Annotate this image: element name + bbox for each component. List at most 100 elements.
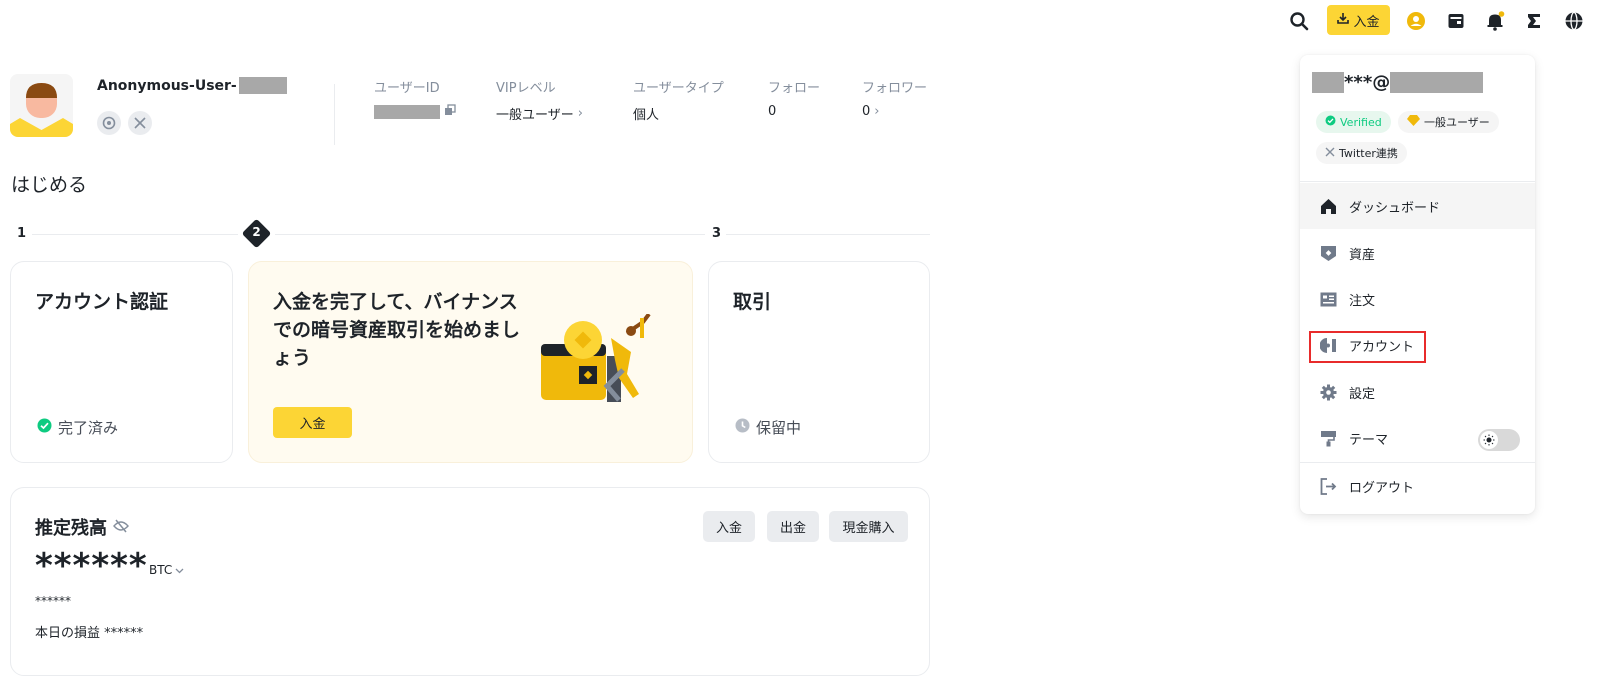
check-circle-icon: [37, 418, 52, 437]
bell-icon[interactable]: [1484, 10, 1506, 32]
stat-user-id: ユーザーID: [374, 77, 456, 120]
currency-selector[interactable]: BTC: [149, 563, 184, 577]
search-icon[interactable]: [1288, 10, 1310, 32]
menu-item-label: テーマ: [1349, 432, 1389, 448]
step-line: [726, 234, 930, 235]
balance-fiat-value: ******: [35, 594, 71, 608]
card-trade[interactable]: 取引 保留中: [708, 261, 930, 463]
currency-label: BTC: [149, 563, 173, 577]
top-navigation: 入金: [0, 5, 1600, 37]
masked-username-suffix: [238, 77, 287, 94]
verified-badge-label: Verified: [1340, 115, 1382, 129]
stat-user-type: ユーザータイプ 個人: [633, 77, 724, 123]
user-email: ***@: [1312, 72, 1484, 93]
user-dropdown-menu: ***@ Verified 一般ユーザー Twitter連携 ダッシュボード 資…: [1300, 55, 1535, 514]
chevron-right-icon: ›: [874, 104, 880, 119]
balance-buy-crypto-button[interactable]: 現金購入: [829, 511, 908, 542]
sun-icon: [1480, 431, 1498, 449]
username: Anonymous-User-: [97, 77, 287, 94]
paint-roller-icon: [1319, 429, 1337, 447]
card-status: 完了済み: [37, 417, 118, 438]
stat-label: フォロワー: [862, 81, 928, 96]
avatar: [10, 74, 73, 137]
theme-toggle[interactable]: [1478, 429, 1520, 451]
stat-label: ユーザーID: [374, 81, 440, 96]
user-email-text: ***@: [1344, 72, 1391, 93]
x-twitter-icon[interactable]: [128, 111, 152, 135]
menu-item-settings[interactable]: 設定: [1300, 369, 1535, 415]
deposit-illustration: [539, 312, 659, 414]
globe-icon[interactable]: [1563, 10, 1585, 32]
profile-divider: [334, 84, 335, 145]
deposit-button[interactable]: 入金: [1327, 5, 1390, 35]
menu-item-assets[interactable]: 資産: [1300, 230, 1535, 276]
verified-badge: Verified: [1316, 111, 1391, 133]
menu-item-label: 設定: [1349, 386, 1376, 402]
card-account-verification[interactable]: アカウント認証 完了済み: [10, 261, 233, 463]
check-circle-icon: [1325, 115, 1336, 129]
transfer-icon[interactable]: [1523, 10, 1545, 32]
chevron-right-icon: ›: [577, 106, 583, 121]
balance-deposit-button[interactable]: 入金: [703, 511, 755, 542]
clock-icon: [735, 418, 750, 437]
card-title: アカウント認証: [35, 291, 169, 313]
user-icon[interactable]: [1405, 10, 1427, 32]
account-highlight-box: [1309, 331, 1426, 363]
home-icon: [1319, 197, 1337, 215]
username-text: Anonymous-User-: [97, 77, 237, 94]
stat-value: 個人: [633, 108, 660, 123]
stat-following: フォロー 0: [768, 77, 820, 119]
balance-withdraw-button[interactable]: 出金: [767, 511, 819, 542]
wallet-icon[interactable]: [1445, 10, 1467, 32]
vip-level-badge[interactable]: 一般ユーザー: [1398, 111, 1499, 133]
card-status: 保留中: [735, 417, 801, 438]
stat-value-text: 0: [862, 104, 871, 119]
step-line: [32, 234, 238, 235]
twitter-linked-badge[interactable]: Twitter連携: [1316, 142, 1407, 164]
menu-item-logout[interactable]: ログアウト: [1300, 463, 1535, 509]
assets-icon: [1319, 244, 1337, 262]
chevron-down-icon: [175, 563, 184, 577]
masked-email-prefix: [1312, 72, 1344, 93]
stat-value: 一般ユーザー ›: [496, 104, 583, 123]
binance-link-icon[interactable]: [97, 111, 121, 135]
stat-followers[interactable]: フォロワー 0 ›: [862, 77, 927, 119]
step-number-3: 3: [712, 226, 722, 241]
stat-value: [374, 104, 456, 120]
card-deposit-button[interactable]: 入金: [273, 407, 352, 438]
card-title: 入金を完了して、バイナンスでの暗号資産取引を始めましょう: [273, 291, 521, 369]
stat-vip-level[interactable]: VIPレベル 一般ユーザー ›: [496, 77, 583, 123]
copy-icon[interactable]: [444, 104, 456, 120]
step-number-1: 1: [17, 226, 27, 241]
balance-title-text: 推定残高: [35, 518, 107, 539]
masked-user-id: [374, 105, 440, 119]
stat-label: ユーザータイプ: [633, 81, 724, 96]
diamond-icon: [1407, 115, 1420, 129]
social-links: [97, 111, 152, 135]
vip-level-badge-label: 一般ユーザー: [1424, 116, 1490, 129]
stat-label: VIPレベル: [496, 81, 556, 96]
menu-item-label: ログアウト: [1349, 480, 1415, 496]
deposit-button-label: 入金: [1353, 14, 1380, 30]
x-twitter-icon: [1325, 147, 1335, 160]
balance-today-pnl: 本日の損益 ******: [35, 626, 144, 641]
stat-value: 0: [768, 104, 777, 119]
menu-item-label: 資産: [1349, 247, 1376, 263]
balance-amount: ******: [35, 546, 148, 586]
stat-value-text: 一般ユーザー: [496, 108, 574, 123]
stat-label: フォロー: [768, 81, 821, 96]
download-icon: [1337, 12, 1350, 28]
logout-icon: [1319, 477, 1337, 495]
eye-slash-icon[interactable]: [113, 517, 129, 538]
twitter-linked-badge-label: Twitter連携: [1339, 147, 1398, 160]
menu-item-label: 注文: [1349, 293, 1376, 309]
balance-title: 推定残高: [35, 514, 129, 540]
getting-started-title: はじめる: [11, 174, 88, 196]
menu-item-dashboard[interactable]: ダッシュボード: [1300, 183, 1535, 229]
estimated-balance-card: 推定残高 ****** BTC ****** 本日の損益 ****** 入金 出…: [10, 487, 930, 676]
menu-item-orders[interactable]: 注文: [1300, 276, 1535, 322]
card-title: 取引: [733, 291, 772, 313]
gear-icon: [1319, 383, 1337, 401]
orders-icon: [1319, 290, 1337, 308]
card-deposit: 入金を完了して、バイナンスでの暗号資産取引を始めましょう 入金: [248, 261, 693, 463]
